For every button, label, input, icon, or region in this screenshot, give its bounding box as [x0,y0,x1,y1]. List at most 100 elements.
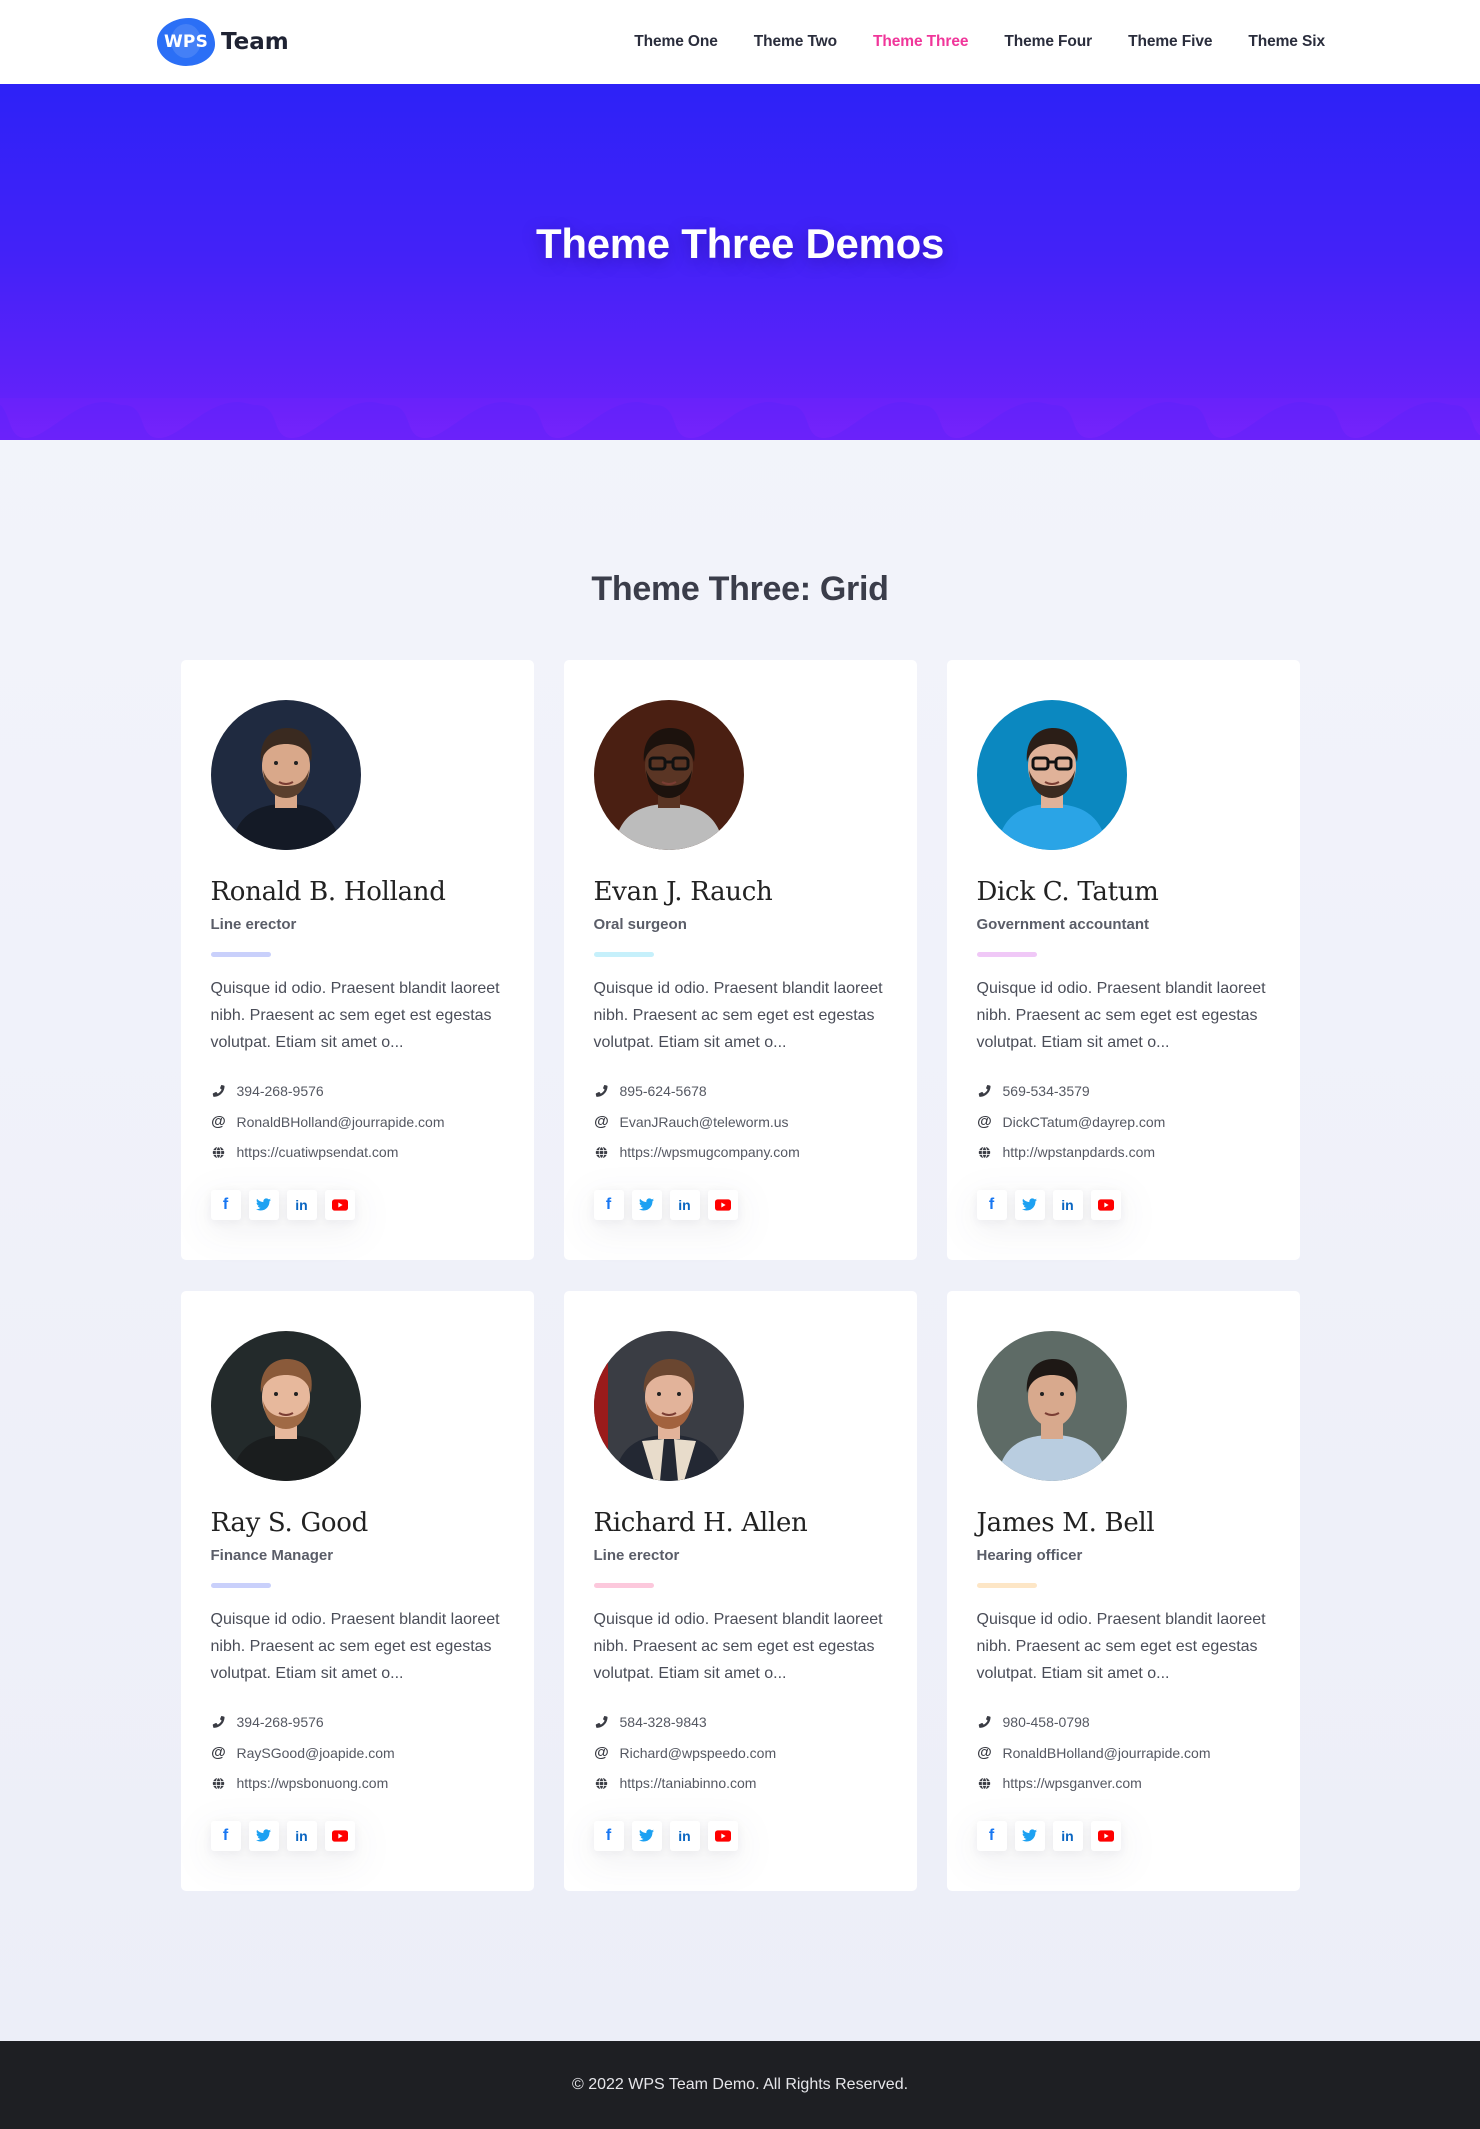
facebook-link[interactable]: f [976,1189,1007,1220]
twitter-icon [639,1198,654,1211]
email-address[interactable]: EvanJRauch@teleworm.us [620,1114,789,1130]
nav-theme-two[interactable]: Theme Two [754,33,837,51]
phone-number[interactable]: 584-328-9843 [620,1714,707,1730]
twitter-link[interactable] [631,1189,662,1220]
social-links: f in [593,1189,887,1220]
youtube-link[interactable] [1090,1189,1121,1220]
nav-theme-one[interactable]: Theme One [634,33,718,51]
contact-phone: 394-268-9576 [211,1707,504,1738]
phone-icon [211,1083,227,1099]
copyright-text: © 2022 WPS Team Demo. All Rights Reserve… [571,2076,909,2093]
team-member-card: Ronald B. Holland Line erector Quisque i… [180,660,534,1260]
phone-number[interactable]: 394-268-9576 [237,1714,324,1730]
email-address[interactable]: DickCTatum@dayrep.com [1003,1114,1166,1130]
twitter-link[interactable] [1014,1820,1045,1851]
youtube-icon [331,1829,348,1842]
twitter-icon [256,1198,271,1211]
twitter-link[interactable] [248,1189,279,1220]
phone-icon [594,1714,610,1730]
site-header: WPS Team Theme One Theme Two Theme Three… [0,0,1480,84]
facebook-link[interactable]: f [210,1189,241,1220]
youtube-link[interactable] [1090,1820,1121,1851]
contact-website: https://taniabinno.com [594,1768,887,1799]
at-sign-icon: @ [211,1744,226,1762]
contact-phone: 895-624-5678 [594,1076,887,1107]
linkedin-icon: in [678,1827,691,1844]
website-url[interactable]: https://cuatiwpsendat.com [237,1144,399,1160]
contact-email: @ DickCTatum@dayrep.com [977,1107,1270,1138]
youtube-link[interactable] [324,1189,355,1220]
member-role: Government accountant [976,916,1150,933]
twitter-link[interactable] [248,1820,279,1851]
contact-list: 584-328-9843 @ Richard@wpspeedo.com http… [594,1707,887,1799]
website-url[interactable]: https://wpsganver.com [1003,1775,1142,1791]
nav-theme-three[interactable]: Theme Three [873,33,968,51]
email-address[interactable]: RonaldBHolland@jourrapide.com [1003,1745,1211,1761]
contact-phone: 569-534-3579 [977,1076,1270,1107]
linkedin-icon: in [295,1827,308,1844]
twitter-icon [639,1829,654,1842]
linkedin-link[interactable]: in [1052,1820,1083,1851]
nav-theme-four[interactable]: Theme Four [1004,33,1092,51]
main-nav: Theme One Theme Two Theme Three Theme Fo… [598,33,1325,51]
phone-number[interactable]: 980-458-0798 [1003,1714,1090,1730]
linkedin-link[interactable]: in [669,1820,700,1851]
member-avatar [593,700,744,850]
nav-theme-six[interactable]: Theme Six [1248,33,1325,51]
linkedin-icon: in [295,1196,308,1213]
phone-number[interactable]: 895-624-5678 [620,1083,707,1099]
linkedin-link[interactable]: in [1052,1189,1083,1220]
email-address[interactable]: RonaldBHolland@jourrapide.com [237,1114,445,1130]
phone-number[interactable]: 394-268-9576 [237,1083,324,1099]
phone-number[interactable]: 569-534-3579 [1003,1083,1090,1099]
member-role: Hearing officer [976,1547,1083,1564]
contact-list: 394-268-9576 @ RonaldBHolland@jourrapide… [211,1076,504,1168]
email-address[interactable]: Richard@wpspeedo.com [620,1745,777,1761]
globe-icon [594,1144,610,1160]
at-sign-icon: @ [594,1744,609,1762]
social-links: f in [976,1189,1270,1220]
facebook-icon: f [222,1826,229,1844]
twitter-link[interactable] [1014,1189,1045,1220]
facebook-icon: f [605,1195,612,1213]
website-url[interactable]: https://taniabinno.com [620,1775,757,1791]
linkedin-link[interactable]: in [286,1189,317,1220]
facebook-link[interactable]: f [593,1189,624,1220]
accent-divider [976,1583,1037,1588]
nav-theme-five[interactable]: Theme Five [1128,33,1212,51]
logo-link[interactable]: WPS Team [157,18,289,66]
twitter-link[interactable] [631,1820,662,1851]
globe-icon [594,1775,610,1791]
website-url[interactable]: https://wpsmugcompany.com [620,1144,800,1160]
facebook-icon: f [222,1195,229,1213]
contact-email: @ EvanJRauch@teleworm.us [594,1107,887,1138]
youtube-link[interactable] [707,1189,738,1220]
facebook-link[interactable]: f [976,1820,1007,1851]
at-sign-icon: @ [211,1113,226,1131]
accent-divider [210,1583,271,1588]
team-grid: Ronald B. Holland Line erector Quisque i… [180,660,1300,1891]
header-inner: WPS Team Theme One Theme Two Theme Three… [155,0,1325,84]
email-address[interactable]: RaySGood@joapide.com [237,1745,395,1761]
contact-website: https://cuatiwpsendat.com [211,1137,504,1168]
youtube-icon [714,1198,731,1211]
member-bio: Quisque id odio. Praesent blandit laoree… [593,980,883,1051]
twitter-icon [1022,1829,1037,1842]
contact-website: https://wpsganver.com [977,1768,1270,1799]
website-url[interactable]: https://wpsbonuong.com [237,1775,389,1791]
contact-phone: 980-458-0798 [977,1707,1270,1738]
linkedin-link[interactable]: in [286,1820,317,1851]
contact-list: 895-624-5678 @ EvanJRauch@teleworm.us ht… [594,1076,887,1168]
website-url[interactable]: http://wpstanpdards.com [1003,1144,1156,1160]
globe-icon [211,1775,227,1791]
accent-divider [210,952,271,957]
accent-divider [593,1583,654,1588]
linkedin-link[interactable]: in [669,1189,700,1220]
youtube-icon [331,1198,348,1211]
youtube-link[interactable] [324,1820,355,1851]
facebook-link[interactable]: f [593,1820,624,1851]
facebook-link[interactable]: f [210,1820,241,1851]
facebook-icon: f [605,1826,612,1844]
globe-icon [211,1144,227,1160]
youtube-link[interactable] [707,1820,738,1851]
